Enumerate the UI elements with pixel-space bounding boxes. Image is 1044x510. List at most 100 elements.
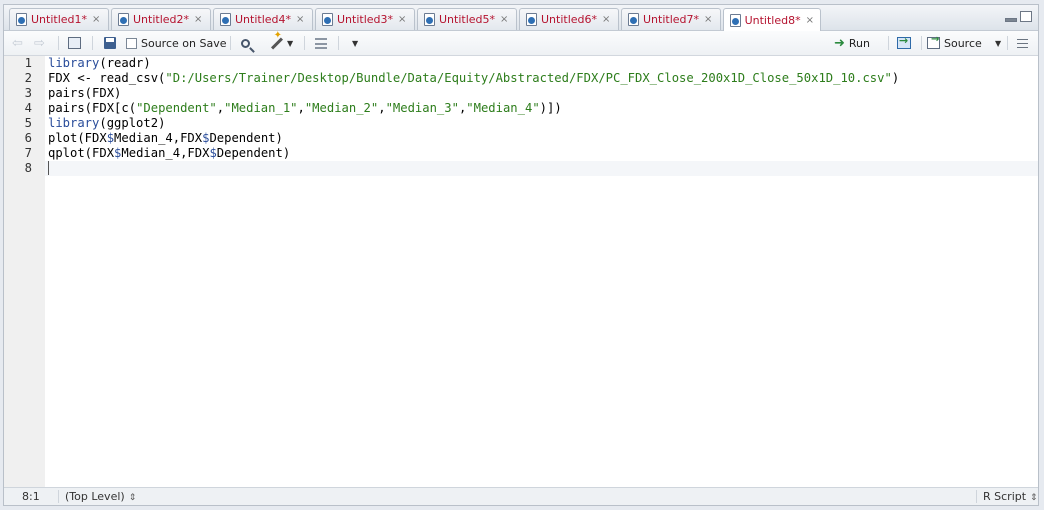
close-icon[interactable]: ×	[704, 14, 712, 25]
r-file-icon	[220, 13, 231, 26]
r-file-icon	[628, 13, 639, 26]
line-number: 3	[24, 86, 32, 100]
close-icon[interactable]: ×	[500, 14, 508, 25]
line-text: library(readr)	[48, 56, 151, 71]
line-number: 7	[24, 146, 32, 160]
tab-label: Untitled5*	[439, 13, 496, 26]
compile-report-button[interactable]	[315, 35, 327, 51]
source-button[interactable]: Source	[927, 34, 982, 51]
code-token: ,	[378, 101, 386, 115]
scope-label: (Top Level)	[65, 490, 125, 503]
close-icon[interactable]: ×	[296, 14, 304, 25]
line-number: 8	[24, 161, 32, 175]
chevron-down-icon: ▼	[287, 38, 294, 48]
source-options-dropdown[interactable]: ▼	[992, 35, 1001, 51]
code-token: Median_4,FDX	[121, 146, 210, 160]
code-editor[interactable]: 1 library(readr) 2 FDX <- read_csv("D:/User…	[4, 56, 1038, 488]
code-line[interactable]: 4 pairs(FDX[c("Dependent","Median_1","Med…	[4, 101, 1038, 116]
status-divider	[58, 490, 59, 503]
find-replace-button[interactable]	[241, 35, 250, 51]
code-token: (readr)	[99, 56, 151, 70]
tab-label: Untitled3*	[337, 13, 394, 26]
file-type-selector[interactable]: R Script ⇕	[983, 490, 1038, 503]
up-down-icon: ⇕	[128, 493, 137, 503]
source-editor-pane: Untitled1* × Untitled2* × Untitled4* × Untitle…	[3, 4, 1039, 506]
source-on-save-label: Source on Save	[141, 36, 227, 50]
tab-untitled-3[interactable]: Untitled4* ×	[213, 8, 313, 30]
search-icon	[241, 38, 250, 48]
code-token: FDX <- read_csv(	[48, 71, 166, 85]
close-icon[interactable]: ×	[398, 14, 406, 25]
forward-arrow-icon[interactable]: ⇨	[34, 35, 45, 51]
r-file-icon	[730, 13, 741, 27]
tab-untitled-4[interactable]: Untitled3* ×	[315, 8, 415, 30]
string-token: "Median_4"	[466, 101, 540, 115]
toolbar-divider	[921, 36, 922, 50]
close-icon[interactable]: ×	[194, 14, 202, 25]
tab-untitled-6[interactable]: Untitled6* ×	[519, 8, 619, 30]
document-outline-button[interactable]	[1017, 35, 1028, 51]
line-number: 1	[24, 56, 32, 70]
r-file-icon	[16, 13, 27, 26]
cursor-position: 8:1	[22, 490, 40, 503]
toolbar-divider	[1007, 36, 1008, 50]
line-number: 6	[24, 131, 32, 145]
status-bar: 8:1 (Top Level) ⇕ R Script ⇕	[4, 487, 1038, 505]
scope-selector[interactable]: (Top Level) ⇕	[65, 490, 136, 503]
run-button[interactable]: ➜ Run	[834, 35, 870, 51]
code-content[interactable]: 1 library(readr) 2 FDX <- read_csv("D:/User…	[4, 56, 1038, 176]
close-icon[interactable]: ×	[806, 15, 814, 26]
show-in-new-window-button[interactable]	[68, 35, 81, 51]
save-button[interactable]	[104, 35, 116, 51]
code-line[interactable]: 3 pairs(FDX)	[4, 86, 1038, 101]
tab-untitled-2[interactable]: Untitled2* ×	[111, 8, 211, 30]
back-arrow-icon[interactable]: ⇦	[12, 35, 23, 51]
code-tools-button[interactable]: ▼	[270, 35, 293, 51]
tab-label: Untitled2*	[133, 13, 190, 26]
source-on-save-checkbox[interactable]	[126, 37, 137, 49]
string-token: "Median_3"	[385, 101, 459, 115]
rerun-icon	[897, 34, 911, 49]
line-text: pairs(FDX)	[48, 86, 121, 101]
rerun-button[interactable]	[897, 34, 911, 51]
toolbar-divider	[230, 36, 231, 50]
status-divider	[976, 490, 977, 503]
toolbar-divider	[888, 36, 889, 50]
line-text: qplot(FDX$Median_4,FDX$Dependent)	[48, 146, 290, 161]
code-token: )	[891, 71, 900, 85]
minimize-pane-icon[interactable]	[1005, 18, 1017, 22]
tab-untitled-8[interactable]: Untitled8* ×	[723, 8, 821, 31]
chevron-down-icon: ▼	[995, 38, 1002, 48]
code-line[interactable]: 5 library(ggplot2)	[4, 116, 1038, 131]
source-icon	[927, 34, 940, 49]
code-token: )])	[539, 101, 562, 115]
code-line[interactable]: 8	[4, 161, 1038, 176]
save-icon	[104, 37, 116, 49]
code-line[interactable]: 1 library(readr)	[4, 56, 1038, 71]
source-on-save-toggle[interactable]: Source on Save	[126, 35, 226, 51]
magic-wand-icon	[270, 36, 284, 50]
keyword-token: library	[48, 56, 100, 70]
more-options-dropdown[interactable]: ▼	[349, 35, 358, 51]
code-token: pairs(FDX[c(	[48, 101, 137, 115]
string-token: "Median_2"	[304, 101, 379, 115]
r-file-icon	[526, 13, 537, 26]
line-text: library(ggplot2)	[48, 116, 165, 131]
keyword-token: library	[48, 116, 100, 130]
code-line[interactable]: 6 plot(FDX$Median_4,FDX$Dependent)	[4, 131, 1038, 146]
keyword-token: $	[106, 131, 115, 145]
tab-untitled-7[interactable]: Untitled7* ×	[621, 8, 721, 30]
code-token: Dependent)	[216, 146, 291, 160]
tab-label: Untitled4*	[235, 13, 292, 26]
code-token: (ggplot2)	[99, 116, 166, 130]
code-line[interactable]: 2 FDX <- read_csv("D:/Users/Trainer/Deskt…	[4, 71, 1038, 86]
tab-untitled-5[interactable]: Untitled5* ×	[417, 8, 517, 30]
maximize-pane-icon[interactable]	[1020, 11, 1032, 22]
new-window-icon	[68, 37, 81, 49]
line-text: FDX <- read_csv("D:/Users/Trainer/Deskto…	[48, 71, 899, 86]
close-icon[interactable]: ×	[602, 14, 610, 25]
toolbar-divider	[338, 36, 339, 50]
close-icon[interactable]: ×	[92, 14, 100, 25]
code-line[interactable]: 7 qplot(FDX$Median_4,FDX$Dependent)	[4, 146, 1038, 161]
tab-untitled-1[interactable]: Untitled1* ×	[9, 8, 109, 30]
